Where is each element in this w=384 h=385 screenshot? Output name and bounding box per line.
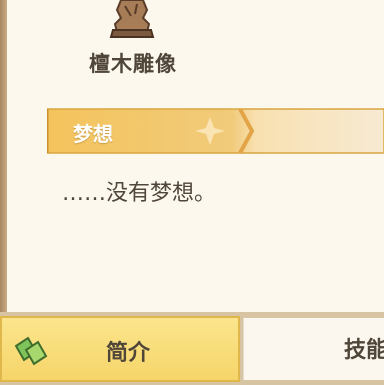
tab-skills[interactable]: 技能 bbox=[243, 318, 384, 380]
leaf-icon bbox=[14, 336, 48, 366]
tab-intro[interactable]: 简介 bbox=[0, 316, 240, 382]
wooden-statue-icon bbox=[109, 0, 155, 38]
section-banner: 梦想 bbox=[47, 107, 384, 157]
left-frame-border bbox=[0, 0, 7, 312]
tab-intro-label: 简介 bbox=[106, 341, 151, 366]
tab-skills-label: 技能 bbox=[344, 338, 384, 363]
section-description: ……没有梦想。 bbox=[62, 181, 217, 206]
section-title: 梦想 bbox=[73, 122, 113, 146]
item-name: 檀木雕像 bbox=[89, 52, 177, 76]
